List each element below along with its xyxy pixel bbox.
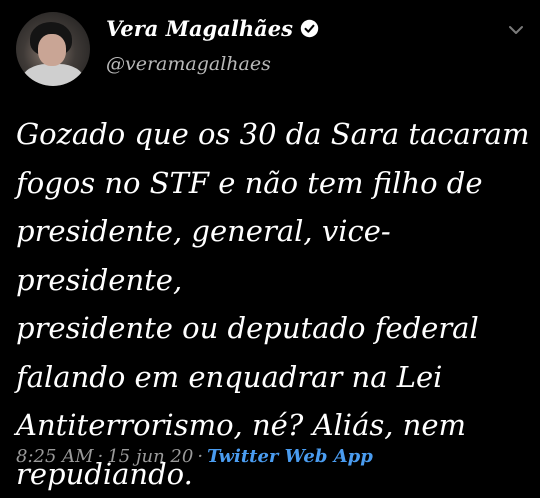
author-name-row: Vera Magalhães — [106, 16, 319, 41]
tweet-text: Gozado que os 30 da Sara tacaram fogos n… — [16, 117, 530, 491]
tweet-meta: 8:25 AM · 15 jun 20 · Twitter Web App — [16, 446, 373, 467]
verified-badge-icon — [300, 19, 319, 38]
avatar[interactable] — [16, 12, 90, 86]
chevron-down-icon[interactable] — [506, 20, 526, 40]
avatar-body — [22, 64, 84, 86]
tweet-date[interactable]: 15 jun 20 — [107, 446, 193, 467]
display-name[interactable]: Vera Magalhães — [106, 16, 293, 41]
avatar-face — [38, 34, 66, 66]
meta-separator: · — [197, 446, 204, 467]
meta-separator: · — [97, 446, 104, 467]
tweet-time[interactable]: 8:25 AM — [16, 446, 94, 467]
user-handle[interactable]: @veramagalhaes — [106, 53, 271, 75]
tweet-source-app[interactable]: Twitter Web App — [207, 446, 373, 467]
